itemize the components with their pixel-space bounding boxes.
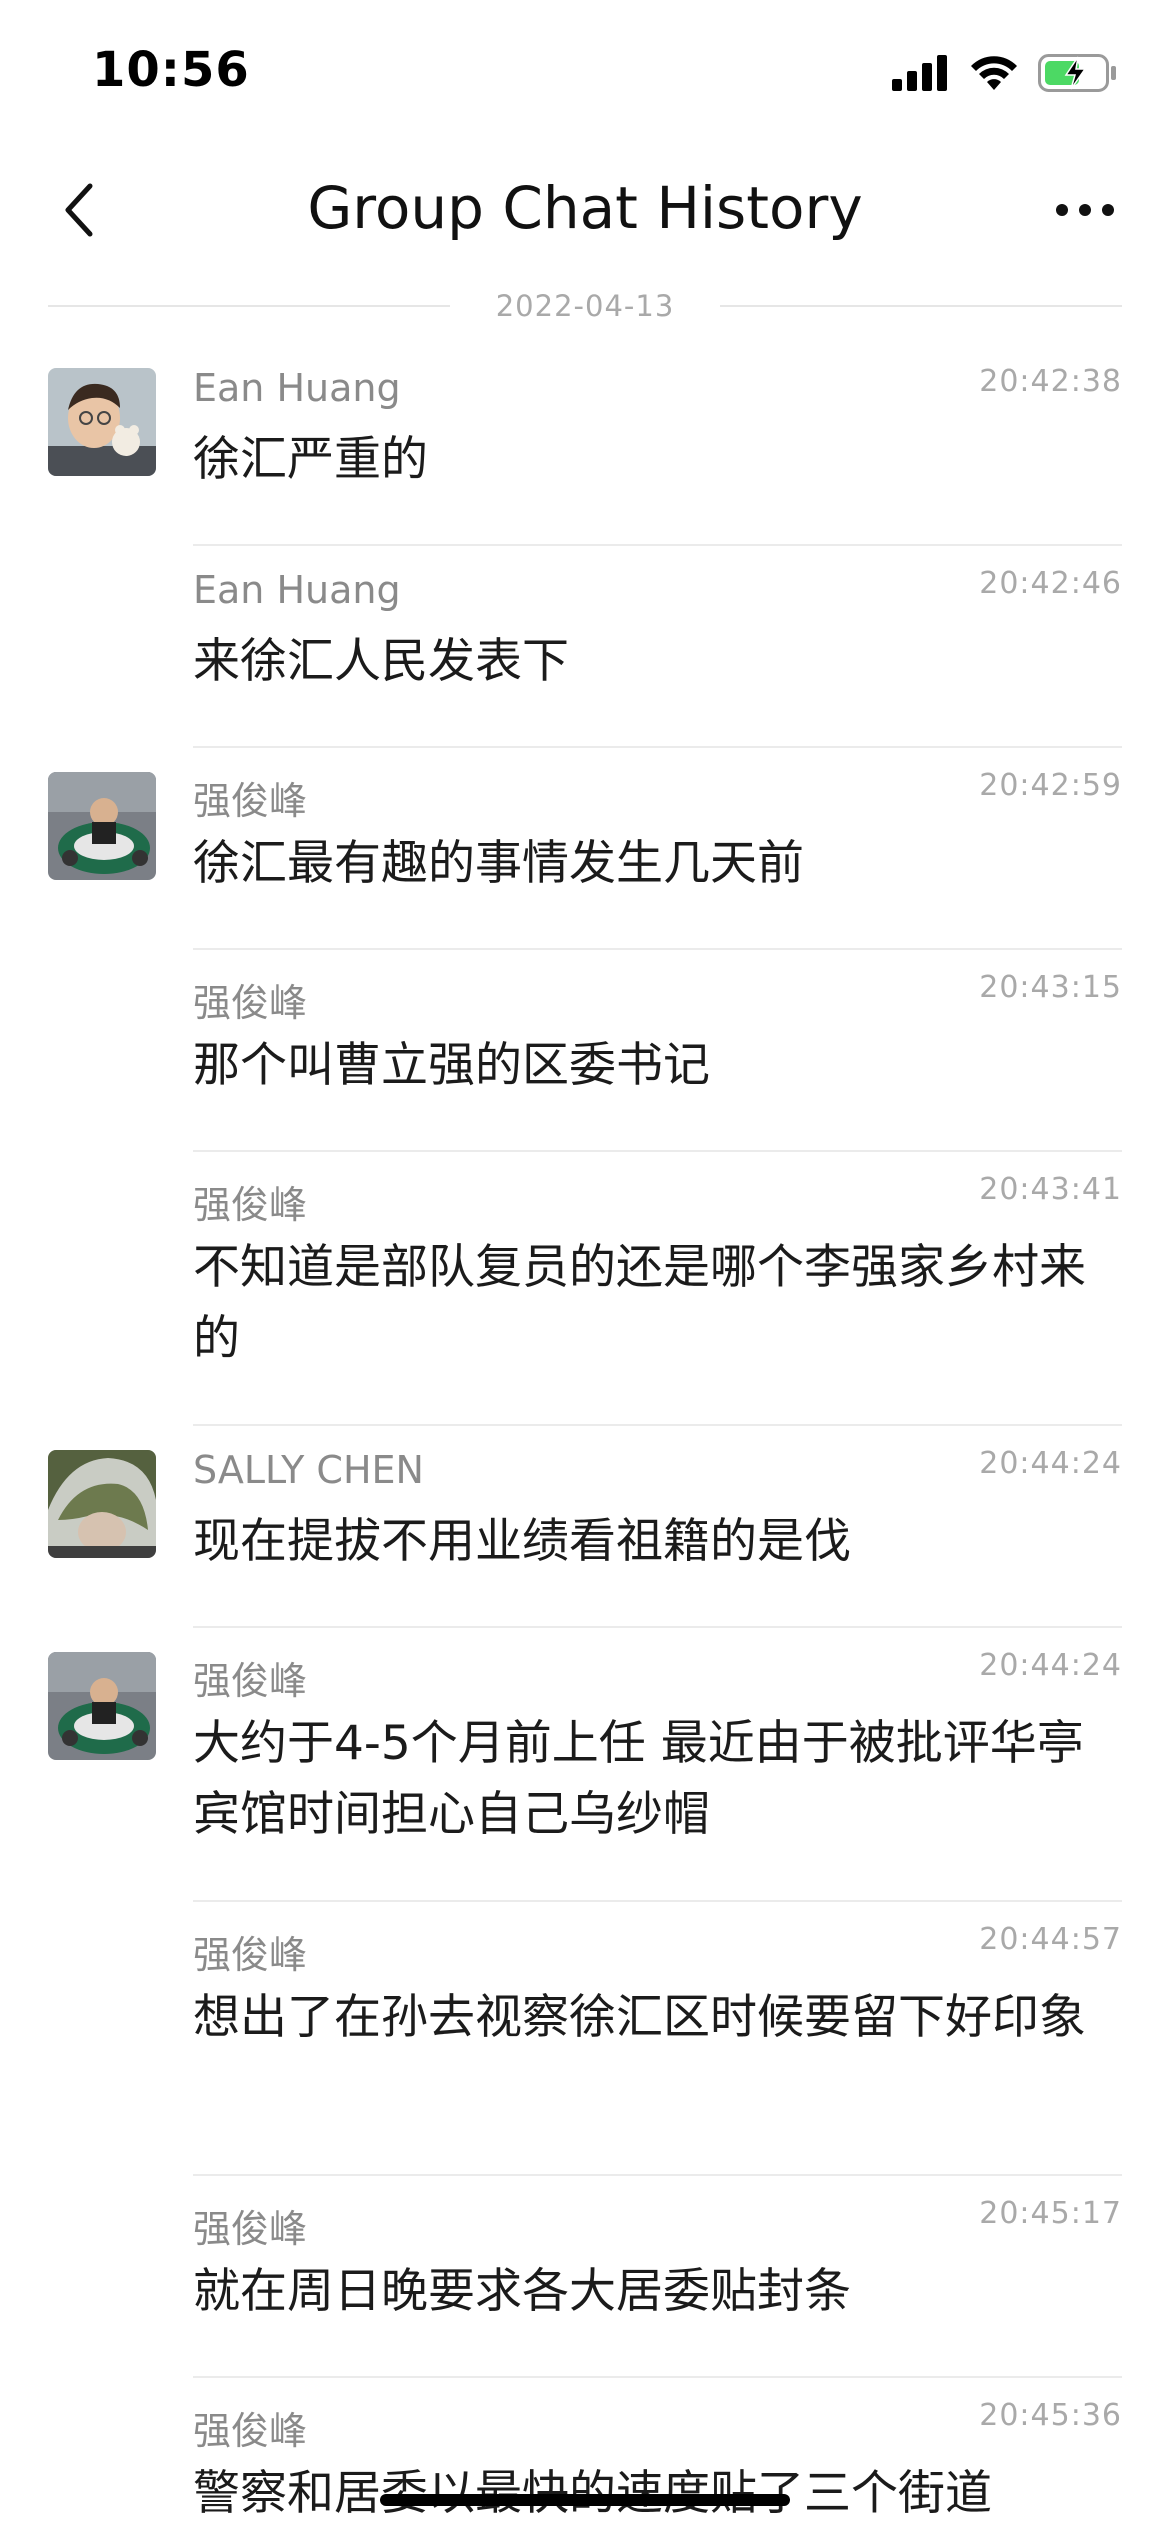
divider-line-right (720, 305, 1123, 307)
message-time: 20:42:46 (979, 566, 1122, 601)
user-avatar-icon (48, 1450, 156, 1558)
home-indicator[interactable] (380, 2494, 790, 2506)
message-text: 现在提拔不用业绩看祖籍的是伐 (193, 1514, 851, 1569)
message-item[interactable]: 强俊峰 20:44:24 大约于4-5个月前上任 最近由于被批评华亭宾馆时间担心… (0, 1628, 1170, 1902)
navigation-bar: Group Chat History (0, 150, 1170, 270)
avatar[interactable] (48, 772, 156, 880)
more-dots-icon (1056, 204, 1114, 216)
sender-name: Ean Huang (193, 366, 401, 410)
message-list: Ean Huang 20:42:38 徐汇严重的 Ean Huang 20:42… (0, 344, 1170, 2532)
status-bar: 10:56 (0, 0, 1170, 150)
message-item[interactable]: Ean Huang 20:42:46 来徐汇人民发表下 (0, 546, 1170, 748)
message-item[interactable]: 强俊峰 20:45:36 警察和居委以最快的速度贴了三个街道 (0, 2378, 1170, 2532)
more-options-button[interactable] (1040, 170, 1130, 250)
message-item[interactable]: 强俊峰 20:44:57 想出了在孙去视察徐汇区时候要留下好印象 (0, 1902, 1170, 2176)
date-label: 2022-04-13 (495, 289, 675, 323)
battery-charging-icon (1038, 54, 1116, 92)
divider-line-left (48, 305, 450, 307)
cellular-signal-icon (892, 55, 947, 91)
message-text: 不知道是部队复员的还是哪个李强家乡村来的 (193, 1240, 1086, 1366)
message-text: 想出了在孙去视察徐汇区时候要留下好印象 (193, 1990, 1086, 2045)
chat-history-screen: 10:56 Group Chat History 2022-04-13 Ean … (0, 0, 1170, 2532)
user-avatar-icon (48, 1652, 156, 1760)
sender-name: 强俊峰 (193, 2409, 308, 2453)
wifi-icon (971, 56, 1017, 90)
message-item[interactable]: SALLY CHEN 20:44:24 现在提拔不用业绩看祖籍的是伐 (0, 1426, 1170, 1628)
message-time: 20:42:38 (979, 364, 1122, 399)
sender-name: 强俊峰 (193, 1659, 308, 1703)
message-item[interactable]: Ean Huang 20:42:38 徐汇严重的 (0, 344, 1170, 546)
message-time: 20:43:15 (979, 970, 1122, 1005)
message-text: 大约于4-5个月前上任 最近由于被批评华亭宾馆时间担心自己乌纱帽 (193, 1716, 1084, 1842)
message-time: 20:44:24 (979, 1648, 1122, 1683)
message-text: 徐汇最有趣的事情发生几天前 (193, 836, 804, 891)
user-avatar-icon (48, 368, 156, 476)
message-item[interactable]: 强俊峰 20:42:59 徐汇最有趣的事情发生几天前 (0, 748, 1170, 950)
sender-name: SALLY CHEN (193, 1448, 424, 1492)
page-title: Group Chat History (307, 174, 863, 242)
message-text: 就在周日晚要求各大居委贴封条 (193, 2264, 851, 2319)
message-item[interactable]: 强俊峰 20:45:17 就在周日晚要求各大居委贴封条 (0, 2176, 1170, 2378)
sender-name: 强俊峰 (193, 981, 308, 1025)
status-icons (892, 54, 1118, 92)
message-item[interactable]: 强俊峰 20:43:41 不知道是部队复员的还是哪个李强家乡村来的 (0, 1152, 1170, 1426)
status-time: 10:56 (92, 42, 250, 98)
avatar[interactable] (48, 368, 156, 476)
date-divider: 2022-04-13 (48, 288, 1123, 324)
message-time: 20:44:57 (979, 1922, 1122, 1957)
message-time: 20:43:41 (979, 1172, 1122, 1207)
message-text: 徐汇严重的 (193, 432, 428, 487)
sender-name: 强俊峰 (193, 1933, 308, 1977)
message-time: 20:45:36 (979, 2398, 1122, 2433)
avatar[interactable] (48, 1450, 156, 1558)
sender-name: Ean Huang (193, 568, 401, 612)
message-item[interactable]: 强俊峰 20:43:15 那个叫曹立强的区委书记 (0, 950, 1170, 1152)
sender-name: 强俊峰 (193, 779, 308, 823)
sender-name: 强俊峰 (193, 1183, 308, 1227)
message-time: 20:42:59 (979, 768, 1122, 803)
sender-name: 强俊峰 (193, 2207, 308, 2251)
user-avatar-icon (48, 772, 156, 880)
message-text: 那个叫曹立强的区委书记 (193, 1038, 710, 1093)
message-text: 来徐汇人民发表下 (193, 634, 569, 689)
message-time: 20:44:24 (979, 1446, 1122, 1481)
message-time: 20:45:17 (979, 2196, 1122, 2231)
avatar[interactable] (48, 1652, 156, 1760)
